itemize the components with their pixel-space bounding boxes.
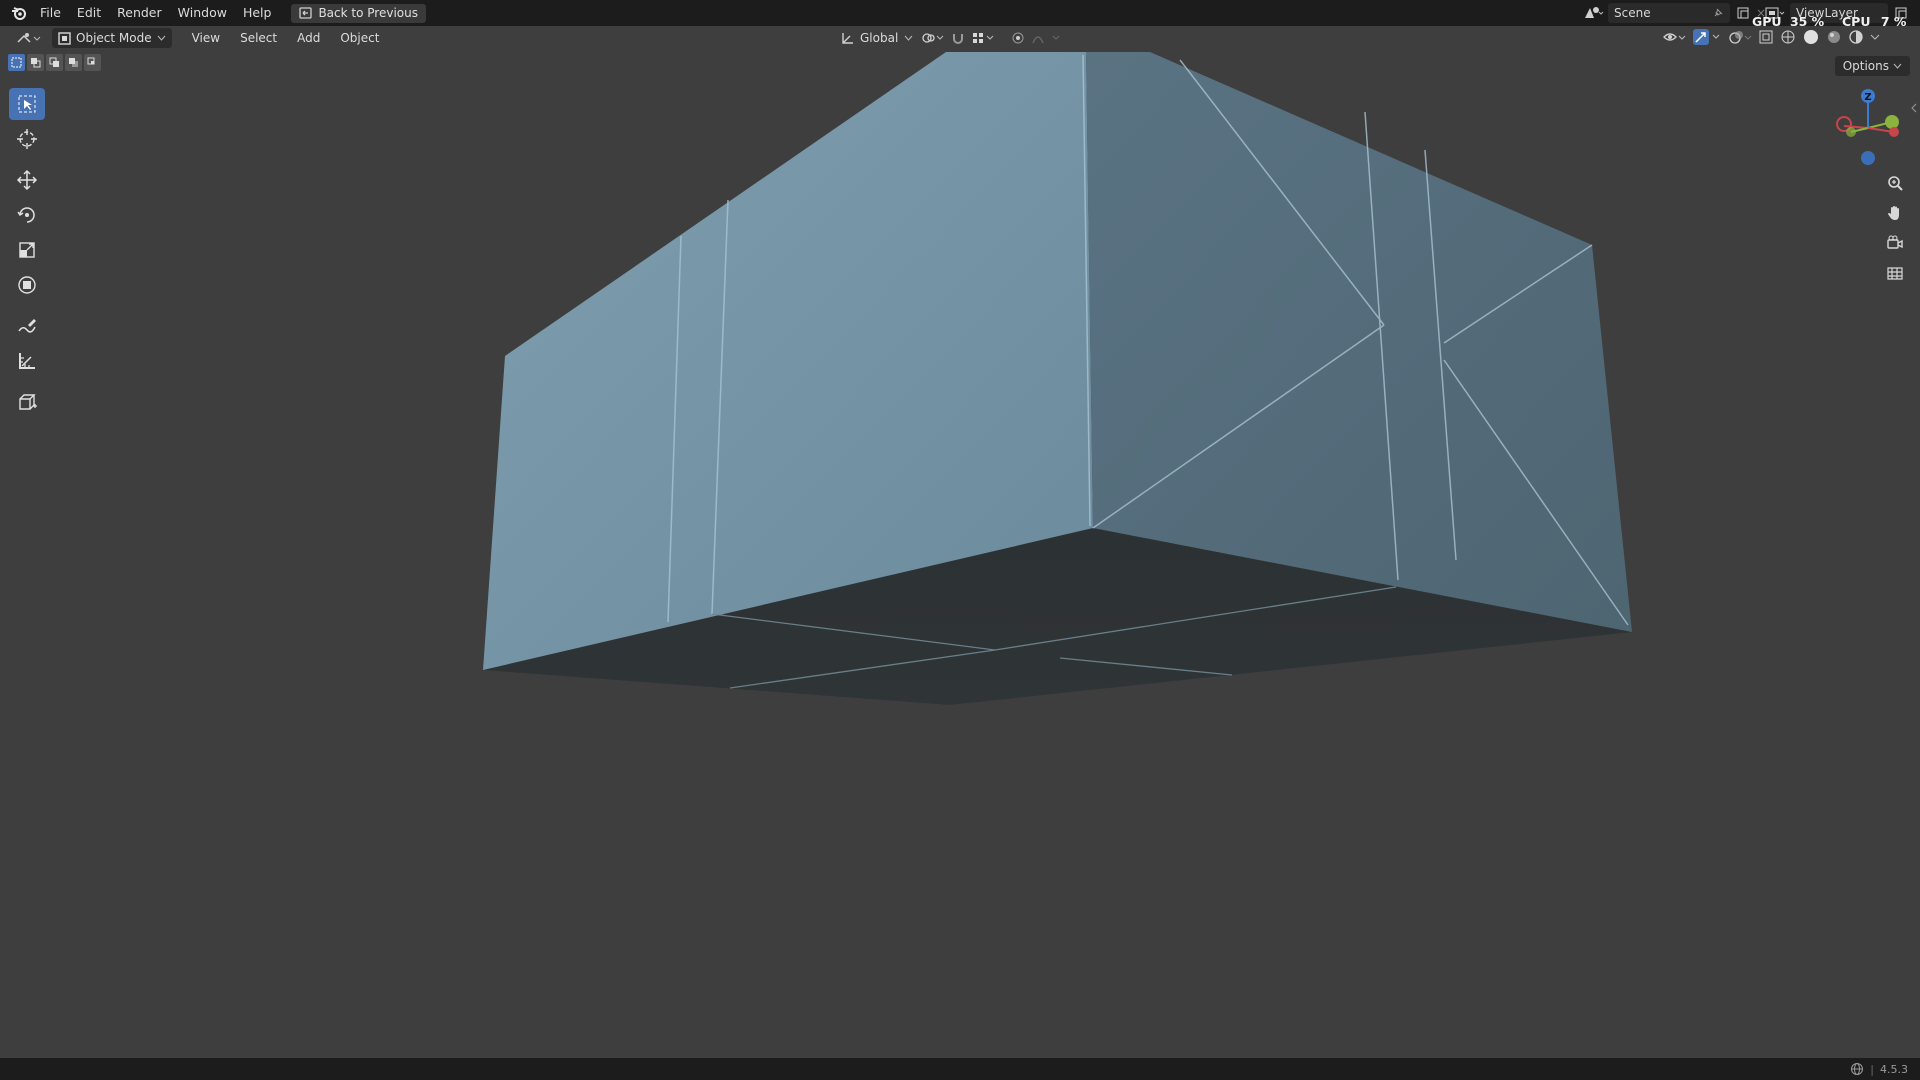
camera-view-icon[interactable] bbox=[1882, 230, 1908, 256]
blender-logo-icon[interactable] bbox=[6, 0, 32, 26]
chevron-down-icon bbox=[157, 35, 166, 41]
sidebar-toggle-icon[interactable] bbox=[1910, 102, 1918, 114]
object-mode-icon bbox=[58, 31, 71, 45]
menu-object[interactable]: Object bbox=[334, 28, 385, 48]
select-invert-icon[interactable] bbox=[65, 54, 82, 71]
orientation-label: Global bbox=[860, 31, 899, 45]
back-button-label: Back to Previous bbox=[318, 6, 418, 20]
version-label: 4.5.3 bbox=[1880, 1062, 1908, 1076]
overlays-icon[interactable] bbox=[1728, 29, 1752, 45]
transform-icon bbox=[16, 274, 38, 296]
pin-icon[interactable] bbox=[1712, 7, 1724, 19]
cursor-tool[interactable] bbox=[9, 123, 45, 155]
gizmo-toggle-icon[interactable] bbox=[1692, 28, 1722, 46]
rotate-icon bbox=[16, 204, 38, 226]
measure-tool[interactable] bbox=[9, 345, 45, 377]
shading-solid-icon[interactable] bbox=[1802, 28, 1820, 46]
tool-shelf bbox=[8, 88, 46, 421]
shading-material-icon[interactable] bbox=[1826, 29, 1842, 45]
options-dropdown[interactable]: Options bbox=[1834, 56, 1910, 76]
scene-name: Scene bbox=[1614, 6, 1651, 20]
zoom-icon[interactable] bbox=[1882, 170, 1908, 196]
pan-hand-icon[interactable] bbox=[1882, 200, 1908, 226]
editor-type-button[interactable] bbox=[10, 28, 48, 48]
xray-toggle-icon[interactable] bbox=[1758, 29, 1774, 45]
select-extend-icon[interactable] bbox=[27, 54, 44, 71]
shading-wireframe-icon[interactable] bbox=[1780, 29, 1796, 45]
viewport-canvas[interactable] bbox=[0, 0, 1920, 1080]
menu-window[interactable]: Window bbox=[170, 0, 235, 26]
navigation-gizmo[interactable]: Z bbox=[1826, 86, 1906, 170]
chevron-down-icon bbox=[904, 35, 913, 41]
selection-mode-buttons bbox=[8, 54, 101, 71]
pivot-point-icon[interactable] bbox=[921, 31, 945, 45]
select-box-icon bbox=[17, 94, 37, 114]
transform-controls: Global bbox=[838, 28, 1065, 48]
menu-render[interactable]: Render bbox=[109, 0, 170, 26]
gizmo-neg-y-axis[interactable] bbox=[1846, 127, 1856, 137]
shading-options-icon[interactable] bbox=[1870, 33, 1880, 41]
falloff-icon[interactable] bbox=[1031, 31, 1065, 45]
viewport-right-header bbox=[1662, 28, 1880, 46]
select-intersect-icon[interactable] bbox=[84, 54, 101, 71]
gizmo-x-axis[interactable] bbox=[1889, 127, 1899, 137]
menu-view[interactable]: View bbox=[186, 28, 226, 48]
perspective-grid-icon[interactable] bbox=[1882, 260, 1908, 286]
visibility-icon[interactable] bbox=[1662, 29, 1686, 45]
add-cube-icon bbox=[16, 391, 38, 413]
chevron-down-icon bbox=[1893, 63, 1902, 69]
menu-add[interactable]: Add bbox=[291, 28, 326, 48]
scene-selector: Scene × bbox=[1582, 2, 1766, 24]
object-mode-label: Object Mode bbox=[76, 31, 152, 45]
scale-tool[interactable] bbox=[9, 234, 45, 266]
snap-target-icon[interactable] bbox=[971, 31, 995, 45]
menu-help[interactable]: Help bbox=[235, 0, 280, 26]
scene-icon[interactable] bbox=[1582, 5, 1604, 21]
transform-orientation-dropdown[interactable]: Global bbox=[838, 28, 915, 48]
orientation-icon bbox=[840, 31, 854, 45]
gizmo-z-label: Z bbox=[1864, 92, 1871, 103]
snap-toggle-icon[interactable] bbox=[951, 31, 965, 45]
add-cube-tool[interactable] bbox=[9, 386, 45, 418]
menu-edit[interactable]: Edit bbox=[69, 0, 109, 26]
back-to-previous-button[interactable]: Back to Previous bbox=[291, 3, 426, 23]
rotate-tool[interactable] bbox=[9, 199, 45, 231]
options-label: Options bbox=[1842, 59, 1889, 73]
gizmo-neg-z-axis[interactable] bbox=[1861, 151, 1875, 165]
measure-icon bbox=[16, 350, 38, 372]
transform-tool[interactable] bbox=[9, 269, 45, 301]
scale-icon bbox=[17, 240, 37, 260]
menu-file[interactable]: File bbox=[32, 0, 69, 26]
shading-rendered-icon[interactable] bbox=[1848, 29, 1864, 45]
object-mode-dropdown[interactable]: Object Mode bbox=[52, 28, 172, 48]
move-tool[interactable] bbox=[9, 164, 45, 196]
scene-name-field[interactable]: Scene bbox=[1608, 3, 1730, 23]
select-new-icon[interactable] bbox=[8, 54, 25, 71]
cursor-icon bbox=[16, 128, 38, 150]
status-divider: | bbox=[1870, 1062, 1874, 1076]
gizmo-y-axis[interactable] bbox=[1885, 115, 1899, 129]
status-bar: | 4.5.3 bbox=[0, 1058, 1920, 1080]
network-globe-icon[interactable] bbox=[1850, 1062, 1864, 1076]
editor-type-icon bbox=[16, 31, 42, 45]
annotate-icon bbox=[16, 315, 38, 337]
annotate-tool[interactable] bbox=[9, 310, 45, 342]
select-subtract-icon[interactable] bbox=[46, 54, 63, 71]
proportional-editing-icon[interactable] bbox=[1011, 31, 1025, 45]
move-icon bbox=[16, 169, 38, 191]
menu-select[interactable]: Select bbox=[234, 28, 283, 48]
new-scene-icon[interactable] bbox=[1736, 6, 1750, 20]
back-icon bbox=[299, 7, 313, 19]
select-box-tool[interactable] bbox=[9, 88, 45, 120]
